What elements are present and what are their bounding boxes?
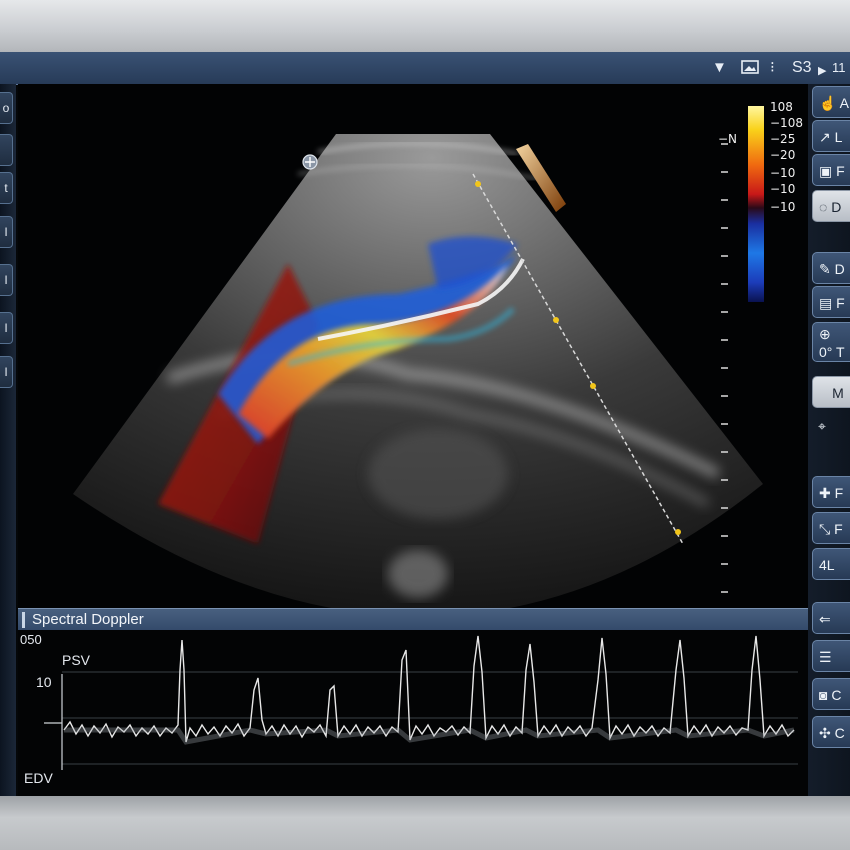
colorbar-label: −108 — [770, 116, 803, 130]
angle-button[interactable]: ⊕ 0° T — [812, 322, 850, 362]
angle-icon: ⊕ — [819, 326, 831, 342]
hand-pointer-button[interactable]: ☝ A — [812, 86, 850, 118]
grip-icon: ⁝ — [770, 59, 775, 76]
cursor-marker[interactable] — [590, 383, 596, 389]
left-button-2[interactable] — [0, 134, 13, 166]
colorbar-label: 108 — [770, 100, 793, 114]
settings-button[interactable]: ✣ C — [812, 716, 850, 748]
trace-button[interactable]: 4L — [812, 548, 850, 580]
image-icon[interactable] — [740, 57, 760, 83]
edit-button[interactable]: ✎ D — [812, 252, 850, 284]
colorbar-label: −20 — [770, 148, 796, 162]
hand-pointer-icon: ☝ — [819, 95, 837, 111]
colorbar-label: −25 — [770, 132, 796, 146]
camera-icon: ◙ — [819, 687, 828, 703]
camera-button[interactable]: ◙ C — [812, 678, 850, 710]
left-button-7[interactable]: I — [0, 356, 13, 388]
freeze-button[interactable]: ▣ F — [812, 154, 850, 186]
arrow-button[interactable]: ↗ L — [812, 120, 850, 152]
menu-button[interactable]: ☰ — [812, 640, 850, 672]
velocity-color-bar — [748, 106, 764, 302]
left-button-6[interactable]: I — [0, 312, 13, 344]
depth-scale — [721, 143, 728, 593]
top-toolbar: ▼ ⁝ S3 ▶ 11 — [0, 52, 850, 85]
colorbar-side-label: −N — [718, 132, 738, 146]
colorbar-label: −10 — [770, 166, 796, 180]
monitor-bezel-top — [0, 0, 850, 52]
spectral-axis-mid: 10 — [36, 674, 52, 690]
back-arrow-icon: ⇐ — [819, 611, 831, 627]
probe-label[interactable]: S3 — [792, 58, 812, 78]
cursor-marker[interactable] — [675, 529, 681, 535]
psv-label: PSV — [62, 652, 91, 668]
depth-icon: ◌ — [819, 199, 828, 215]
spectral-doppler-title: Spectral Doppler — [32, 611, 144, 628]
colorbar-label: −10 — [770, 182, 796, 196]
mode-button[interactable]: M — [812, 376, 850, 408]
left-button-3[interactable]: t — [0, 172, 13, 204]
caliper-icon: ⤡ — [819, 521, 831, 537]
cursor-marker[interactable] — [553, 317, 559, 323]
back-button[interactable]: ⇐ — [812, 602, 850, 634]
left-button-rail: o t I I I I — [0, 84, 16, 796]
ultrasound-image — [73, 106, 764, 608]
settings-icon: ✣ — [819, 725, 831, 741]
caliper-button[interactable]: ⤡ F — [812, 512, 850, 544]
left-button-4[interactable]: I — [0, 216, 13, 248]
menu-icon: ☰ — [819, 649, 832, 665]
ultrasound-screen: ▼ ⁝ S3 ▶ 11 o t I I I I −N 108 −108 −25 … — [0, 52, 850, 796]
monitor-bezel-bottom — [0, 796, 850, 850]
plus-icon: ✚ — [819, 485, 831, 501]
spectral-doppler-header: Spectral Doppler — [18, 608, 808, 631]
image-save-icon: ▤ — [819, 295, 833, 311]
left-button-5[interactable]: I — [0, 264, 13, 296]
caret-down-icon[interactable]: ▼ — [712, 58, 727, 78]
play-icon[interactable]: ▶ — [818, 61, 826, 81]
freeze-icon: ▣ — [819, 163, 833, 179]
target-button[interactable]: ⌖ — [812, 410, 850, 442]
spectral-doppler-panel[interactable]: 050 PSV 10 EDV — [18, 630, 808, 796]
left-button-1[interactable]: o — [0, 92, 13, 124]
orientation-marker-icon — [302, 154, 318, 170]
spectral-axis-top: 050 — [20, 632, 42, 647]
spectral-waveform — [44, 635, 798, 770]
target-icon: ⌖ — [818, 418, 826, 434]
ultrasound-image-area[interactable]: −N 108 −108 −25 −20 −10 −10 −10 — [18, 84, 808, 608]
edit-icon: ✎ — [819, 261, 831, 277]
plus-button[interactable]: ✚ F — [812, 476, 850, 508]
image-save-button[interactable]: ▤ F — [812, 286, 850, 318]
edv-label: EDV — [24, 770, 53, 786]
cursor-marker[interactable] — [475, 181, 481, 187]
depth-button[interactable]: ◌ D — [812, 190, 850, 222]
right-button-rail: ☝ A ↗ L ▣ F ◌ D ✎ D ▤ F ⊕ 0° T M ⌖ ✚ F ⤡ … — [808, 84, 850, 796]
extra-text: 11 — [832, 60, 846, 75]
colorbar-label: −10 — [770, 200, 796, 214]
arrow-icon: ↗ — [819, 129, 831, 145]
